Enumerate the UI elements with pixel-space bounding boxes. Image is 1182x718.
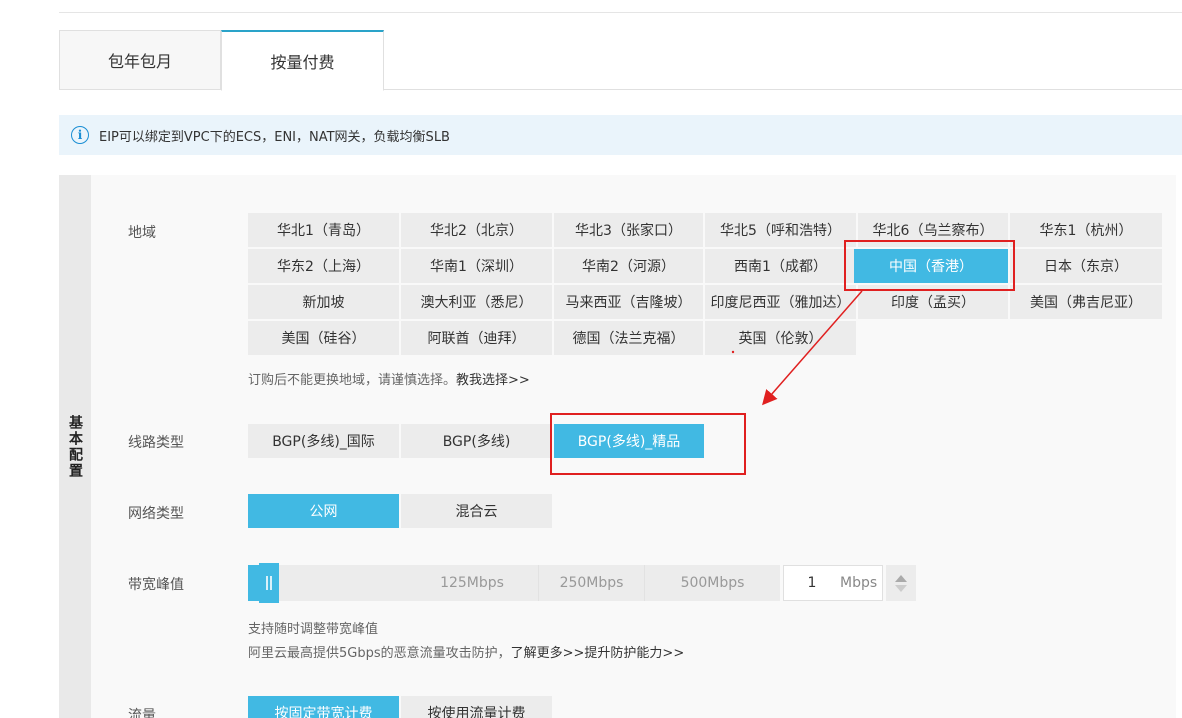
billing-tabs: 包年包月 按量付费	[59, 30, 1182, 91]
slider-mark: 125Mbps	[440, 575, 504, 591]
side-section-label: 基本配置	[59, 175, 91, 718]
region-hint-text: 订购后不能更换地域，请谨慎选择。	[248, 373, 457, 388]
region-option[interactable]: 美国（硅谷）	[248, 321, 399, 355]
line-type-label: 线路类型	[128, 435, 184, 451]
protection-hint-text: 阿里云最高提供5Gbps的恶意流量攻击防护，	[248, 646, 511, 661]
notice-text: EIP可以绑定到VPC下的ECS，ENI，NAT网关，负载均衡SLB	[99, 129, 450, 145]
stepper-up-icon[interactable]	[895, 574, 907, 582]
traffic-option-usage[interactable]: 按使用流量计费	[401, 696, 552, 718]
region-option[interactable]: 印度尼西亚（雅加达）	[705, 285, 856, 319]
slider-handle[interactable]	[259, 563, 279, 603]
region-option-selected[interactable]: 中国（香港）	[854, 249, 1008, 283]
region-hint: 订购后不能更换地域，请谨慎选择。教我选择>>	[248, 369, 530, 388]
region-option[interactable]: 印度（孟买）	[858, 285, 1008, 319]
bandwidth-label: 带宽峰值	[128, 577, 184, 593]
network-type-option-public-selected[interactable]: 公网	[248, 494, 399, 528]
tab-pay-as-you-go[interactable]: 按量付费	[221, 30, 384, 91]
region-option[interactable]: 澳大利亚（悉尼）	[401, 285, 552, 319]
network-type-option-hybrid[interactable]: 混合云	[401, 494, 552, 528]
region-option[interactable]: 华北6（乌兰察布）	[858, 213, 1008, 247]
region-option[interactable]: 德国（法兰克福）	[554, 321, 703, 355]
bandwidth-unit: Mbps	[840, 575, 878, 591]
region-option[interactable]: 华东1（杭州）	[1010, 213, 1162, 247]
region-option[interactable]: 华北5（呼和浩特）	[705, 213, 856, 247]
traffic-option-fixed-selected[interactable]: 按固定带宽计费	[248, 696, 399, 718]
region-option[interactable]: 新加坡	[248, 285, 399, 319]
region-label: 地域	[128, 225, 156, 241]
region-option[interactable]: 华南1（深圳）	[401, 249, 552, 283]
info-icon: i	[71, 126, 89, 144]
bandwidth-input-box: Mbps	[783, 565, 883, 601]
network-type-label: 网络类型	[128, 506, 184, 522]
stepper-down-icon[interactable]	[895, 584, 907, 592]
region-option[interactable]: 华北3（张家口）	[554, 213, 703, 247]
region-option[interactable]: 美国（弗吉尼亚）	[1010, 285, 1162, 319]
region-option[interactable]: 华北1（青岛）	[248, 213, 399, 247]
info-notice: i EIP可以绑定到VPC下的ECS，ENI，NAT网关，负载均衡SLB	[59, 115, 1182, 155]
region-help-link[interactable]: 教我选择>>	[456, 373, 530, 388]
top-divider	[59, 12, 1182, 13]
traffic-label: 流量	[128, 708, 156, 718]
improve-protection-link[interactable]: 提升防护能力>>	[584, 646, 684, 661]
region-option[interactable]: 阿联酋（迪拜）	[401, 321, 552, 355]
region-option[interactable]: 华北2（北京）	[401, 213, 552, 247]
learn-more-link[interactable]: 了解更多>>	[511, 646, 585, 661]
region-option[interactable]: 华东2（上海）	[248, 249, 399, 283]
region-option[interactable]: 日本（东京）	[1010, 249, 1162, 283]
region-option[interactable]: 马来西亚（吉隆坡）	[554, 285, 703, 319]
bandwidth-input[interactable]	[784, 575, 840, 591]
region-option[interactable]: 英国（伦敦）	[705, 321, 856, 355]
line-type-option-intl[interactable]: BGP(多线)_国际	[248, 424, 399, 458]
side-section-label-text: 基本配置	[67, 414, 83, 479]
slider-mark: 500Mbps	[644, 565, 780, 601]
region-option[interactable]: 华南2（河源）	[554, 249, 703, 283]
line-type-option-bgp[interactable]: BGP(多线)	[401, 424, 552, 458]
line-type-option-premium-selected[interactable]: BGP(多线)_精品	[554, 424, 704, 458]
protection-hint: 阿里云最高提供5Gbps的恶意流量攻击防护，了解更多>>提升防护能力>>	[248, 642, 684, 661]
bandwidth-stepper[interactable]	[886, 565, 916, 601]
region-option[interactable]: 西南1（成都）	[705, 249, 856, 283]
tab-subscription[interactable]: 包年包月	[59, 30, 221, 90]
slider-mark: 250Mbps	[538, 565, 644, 601]
bandwidth-hint: 支持随时调整带宽峰值	[248, 622, 379, 637]
